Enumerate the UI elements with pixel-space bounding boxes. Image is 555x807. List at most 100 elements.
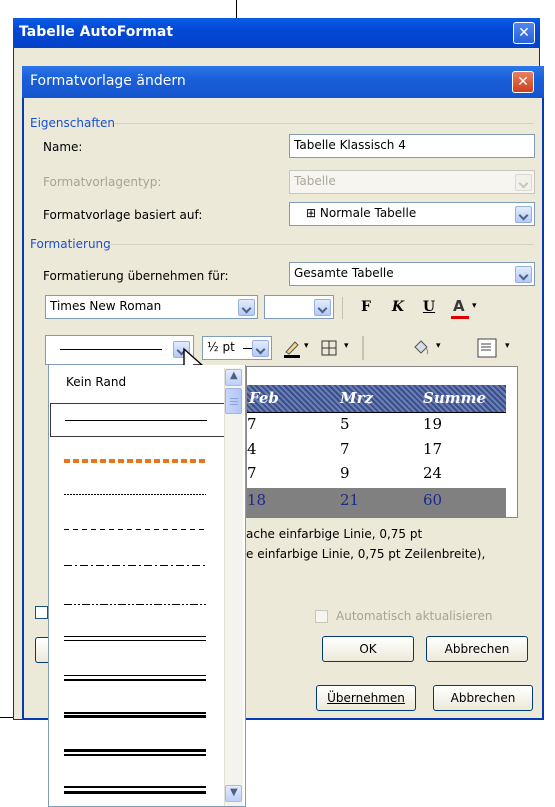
- auto-update-label: Automatisch aktualisieren: [336, 609, 493, 623]
- borders-button[interactable]: ▾: [318, 336, 356, 360]
- modify-style-close-button[interactable]: ✕: [512, 71, 534, 93]
- border-option-dotted[interactable]: [64, 459, 206, 463]
- properties-group-label: Eigenschaften: [30, 116, 116, 130]
- italic-button[interactable]: K: [388, 299, 408, 319]
- border-option-single-selected[interactable]: [50, 403, 234, 437]
- border-option-fine-dotted[interactable]: [64, 494, 206, 495]
- preview-header-cell: Summe: [423, 389, 487, 407]
- preview-cell: 7: [247, 415, 257, 433]
- modify-style-title: Formatvorlage ändern: [30, 73, 186, 89]
- preview-cell: 7: [247, 464, 257, 482]
- border-list-scrollbar[interactable]: [224, 368, 243, 806]
- toolbar-separator: [362, 336, 364, 360]
- chevron-down-icon[interactable]: [515, 266, 532, 283]
- chevron-down-icon: ▾: [472, 301, 477, 311]
- alignment-button[interactable]: ▾: [475, 336, 521, 360]
- chevron-down-icon[interactable]: [238, 299, 255, 316]
- chevron-down-icon[interactable]: [252, 340, 269, 357]
- name-label: Name:: [43, 140, 83, 154]
- preview-header-row: Feb Mrz Summe: [247, 385, 506, 412]
- border-option-none[interactable]: Kein Rand: [66, 375, 126, 389]
- chevron-down-icon[interactable]: [515, 206, 532, 223]
- border-option-thin-thick[interactable]: [64, 675, 206, 681]
- style-type-label: Formatvorlagentyp:: [43, 175, 162, 189]
- font-family-select[interactable]: Times New Roman: [45, 295, 258, 319]
- line-weight-sample: [243, 348, 252, 349]
- underline-button[interactable]: U: [419, 299, 439, 319]
- outer-cancel-button[interactable]: Abbrechen: [433, 685, 533, 711]
- font-color-button[interactable]: A ▾: [449, 297, 477, 319]
- toolbar-separator: [342, 297, 343, 319]
- border-option-triple[interactable]: [64, 786, 206, 794]
- border-option-dashed[interactable]: [64, 529, 206, 530]
- page-background-vline: [236, 0, 237, 18]
- preview-row: 4 7 17: [247, 440, 506, 464]
- add-to-template-checkbox[interactable]: [35, 606, 48, 619]
- align-icon: [477, 338, 497, 358]
- preview-header-cell: Feb: [249, 389, 279, 407]
- modify-style-title-bar: Formatvorlage ändern: [22, 66, 544, 98]
- font-family-value: Times New Roman: [50, 299, 162, 313]
- border-option-double[interactable]: [64, 636, 206, 641]
- bold-button[interactable]: F: [356, 299, 376, 319]
- border-style-current: [60, 349, 162, 350]
- chevron-down-icon: ▼: [230, 787, 238, 798]
- apply-to-value: Gesamte Tabelle: [294, 266, 394, 280]
- preview-cell: 7: [340, 440, 350, 458]
- preview-cell: 17: [423, 440, 443, 458]
- preview-cell: 24: [423, 464, 443, 482]
- based-on-value: ⊞ Normale Tabelle: [306, 206, 417, 220]
- close-icon: ✕: [518, 25, 530, 41]
- preview-row: 7 5 19: [247, 415, 506, 439]
- chevron-down-icon[interactable]: [314, 299, 331, 316]
- shading-button[interactable]: ▾: [408, 336, 448, 360]
- style-type-select: Tabelle: [289, 170, 535, 194]
- chevron-down-icon: ▾: [344, 341, 349, 351]
- format-description-line: e einfarbige Linie, 0,75 pt Zeilenbreite…: [246, 547, 486, 561]
- border-style-select[interactable]: [45, 335, 194, 365]
- scroll-thumb[interactable]: [225, 388, 242, 414]
- scroll-down-button[interactable]: ▼: [225, 785, 242, 802]
- apply-to-select[interactable]: Gesamte Tabelle: [289, 262, 535, 286]
- chevron-down-icon: [515, 174, 532, 191]
- autoformat-close-button[interactable]: ✕: [513, 22, 535, 44]
- preview-cell: 4: [247, 440, 257, 458]
- apply-button[interactable]: Übernehmen: [316, 685, 416, 711]
- line-weight-select[interactable]: ½ pt: [202, 336, 272, 360]
- preview-cell: 9: [340, 464, 350, 482]
- border-option-dash-dot[interactable]: [64, 565, 206, 566]
- format-description-line: ache einfarbige Linie, 0,75 pt: [246, 527, 423, 541]
- format-button[interactable]: [35, 637, 49, 663]
- border-color-button[interactable]: ▾: [280, 336, 314, 360]
- preview-row: 7 9 24: [247, 464, 506, 488]
- border-option-thick-thin[interactable]: [64, 712, 206, 718]
- border-option-dash-dot-dot[interactable]: [64, 604, 206, 605]
- scroll-up-button[interactable]: ▲: [225, 369, 242, 386]
- font-color-swatch: [451, 316, 469, 319]
- ok-button[interactable]: OK: [322, 636, 414, 662]
- autoformat-title: Tabelle AutoFormat: [19, 24, 174, 40]
- font-size-select[interactable]: [264, 295, 334, 319]
- preview-cell: 21: [340, 491, 360, 509]
- pen-icon: [284, 341, 300, 358]
- border-sample: [65, 420, 207, 421]
- table-borders-icon: [321, 340, 337, 356]
- preview-cell: 19: [423, 415, 443, 433]
- preview-total-row: 18 21 60: [247, 488, 506, 518]
- preview-cell: 18: [247, 491, 267, 509]
- preview-cell: 60: [423, 491, 443, 509]
- name-field[interactable]: Tabelle Klassisch 4: [289, 134, 535, 158]
- paint-bucket-icon: [414, 340, 429, 355]
- chevron-down-icon: ▾: [436, 341, 441, 351]
- preview-rule: [247, 412, 506, 413]
- autoformat-title-bar: Tabelle AutoFormat: [13, 18, 540, 48]
- based-on-select[interactable]: ⊞ Normale Tabelle: [289, 202, 535, 226]
- font-color-icon: A: [453, 297, 465, 315]
- chevron-up-icon: ▲: [230, 370, 238, 381]
- chevron-down-icon: ▾: [304, 341, 309, 351]
- preview-header-cell: Mrz: [340, 389, 374, 407]
- based-on-label: Formatvorlage basiert auf:: [43, 208, 203, 222]
- close-icon: ✕: [517, 74, 529, 90]
- border-option-thick[interactable]: [64, 749, 206, 756]
- cancel-button[interactable]: Abbrechen: [426, 636, 528, 662]
